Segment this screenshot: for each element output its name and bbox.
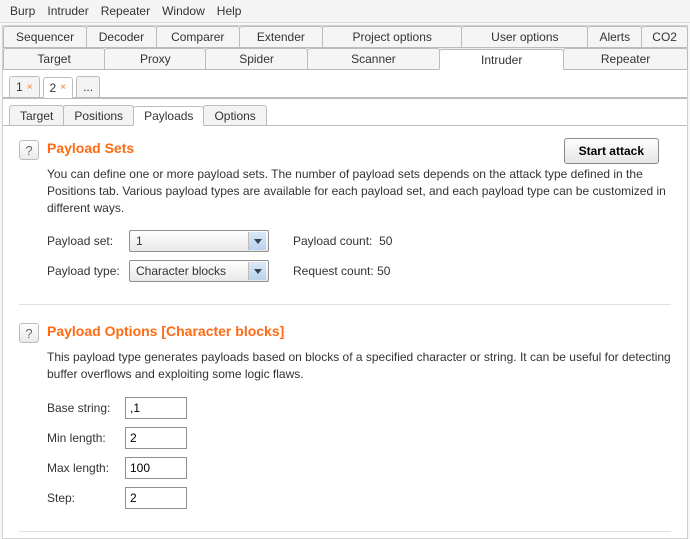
- section-title-payload-sets: Payload Sets: [47, 140, 134, 156]
- main-tab-row-2: Target Proxy Spider Scanner Intruder Rep…: [3, 48, 687, 70]
- base-string-label: Base string:: [47, 400, 125, 417]
- panel-tab-target[interactable]: Target: [9, 105, 64, 125]
- section-desc: You can define one or more payload sets.…: [47, 166, 671, 216]
- menu-bar: Burp Intruder Repeater Window Help: [0, 0, 690, 23]
- tab-intruder[interactable]: Intruder: [439, 49, 564, 70]
- tab-project-options[interactable]: Project options: [322, 26, 462, 47]
- close-icon[interactable]: ×: [27, 82, 33, 93]
- payload-type-label: Payload type:: [47, 263, 129, 280]
- payload-type-dropdown[interactable]: Character blocks: [129, 260, 269, 282]
- tab-extender[interactable]: Extender: [239, 26, 323, 47]
- menu-item[interactable]: Intruder: [43, 2, 92, 20]
- main-frame: Sequencer Decoder Comparer Extender Proj…: [2, 25, 688, 539]
- step-label: Step:: [47, 490, 125, 507]
- tab-decoder[interactable]: Decoder: [86, 26, 157, 47]
- tab-alerts[interactable]: Alerts: [587, 26, 642, 47]
- payloads-content: Start attack ? Payload Sets You can defi…: [3, 126, 687, 538]
- main-tab-row-1: Sequencer Decoder Comparer Extender Proj…: [3, 26, 687, 48]
- close-icon[interactable]: ×: [60, 82, 66, 93]
- panel-tab-payloads[interactable]: Payloads: [133, 106, 204, 126]
- payload-set-label: Payload set:: [47, 233, 129, 250]
- payload-sets-section: ? Payload Sets You can define one or mor…: [19, 140, 671, 305]
- request-count-label: Request count:: [293, 264, 374, 278]
- payload-set-value: 1: [136, 233, 143, 250]
- chevron-down-icon: [248, 232, 266, 250]
- tab-target[interactable]: Target: [3, 48, 105, 69]
- chevron-down-icon: [248, 262, 266, 280]
- payload-count-value: 50: [379, 233, 405, 250]
- step-input[interactable]: [125, 487, 187, 509]
- payload-options-section: ? Payload Options [Character blocks] Thi…: [19, 323, 671, 532]
- tab-scanner[interactable]: Scanner: [307, 48, 441, 69]
- menu-item[interactable]: Burp: [6, 2, 39, 20]
- tab-user-options[interactable]: User options: [461, 26, 588, 47]
- attack-tabs: 1× 2× ...: [3, 70, 687, 98]
- attack-tab-more[interactable]: ...: [76, 76, 100, 97]
- menu-item[interactable]: Repeater: [97, 2, 154, 20]
- attack-tab-2[interactable]: 2×: [43, 77, 74, 98]
- max-length-label: Max length:: [47, 460, 125, 477]
- help-icon[interactable]: ?: [19, 323, 39, 343]
- help-icon[interactable]: ?: [19, 140, 39, 160]
- intruder-panel-tabs: Target Positions Payloads Options: [3, 98, 687, 126]
- payload-count-label: Payload count:: [293, 234, 372, 248]
- payload-type-value: Character blocks: [136, 263, 226, 280]
- start-attack-button[interactable]: Start attack: [564, 138, 659, 164]
- menu-item[interactable]: Window: [158, 2, 209, 20]
- tab-spider[interactable]: Spider: [205, 48, 307, 69]
- min-length-label: Min length:: [47, 430, 125, 447]
- tab-co2[interactable]: CO2: [641, 26, 688, 47]
- request-count-value: 50: [377, 263, 403, 280]
- payload-set-dropdown[interactable]: 1: [129, 230, 269, 252]
- menu-item[interactable]: Help: [213, 2, 246, 20]
- panel-tab-positions[interactable]: Positions: [63, 105, 134, 125]
- min-length-input[interactable]: [125, 427, 187, 449]
- panel-tab-options[interactable]: Options: [203, 105, 266, 125]
- section-title-payload-options: Payload Options [Character blocks]: [47, 323, 284, 339]
- tab-sequencer[interactable]: Sequencer: [3, 26, 87, 47]
- tab-proxy[interactable]: Proxy: [104, 48, 206, 69]
- attack-tab-1[interactable]: 1×: [9, 76, 40, 97]
- base-string-input[interactable]: [125, 397, 187, 419]
- tab-comparer[interactable]: Comparer: [156, 26, 240, 47]
- tab-repeater[interactable]: Repeater: [563, 48, 688, 69]
- max-length-input[interactable]: [125, 457, 187, 479]
- section-desc: This payload type generates payloads bas…: [47, 349, 671, 383]
